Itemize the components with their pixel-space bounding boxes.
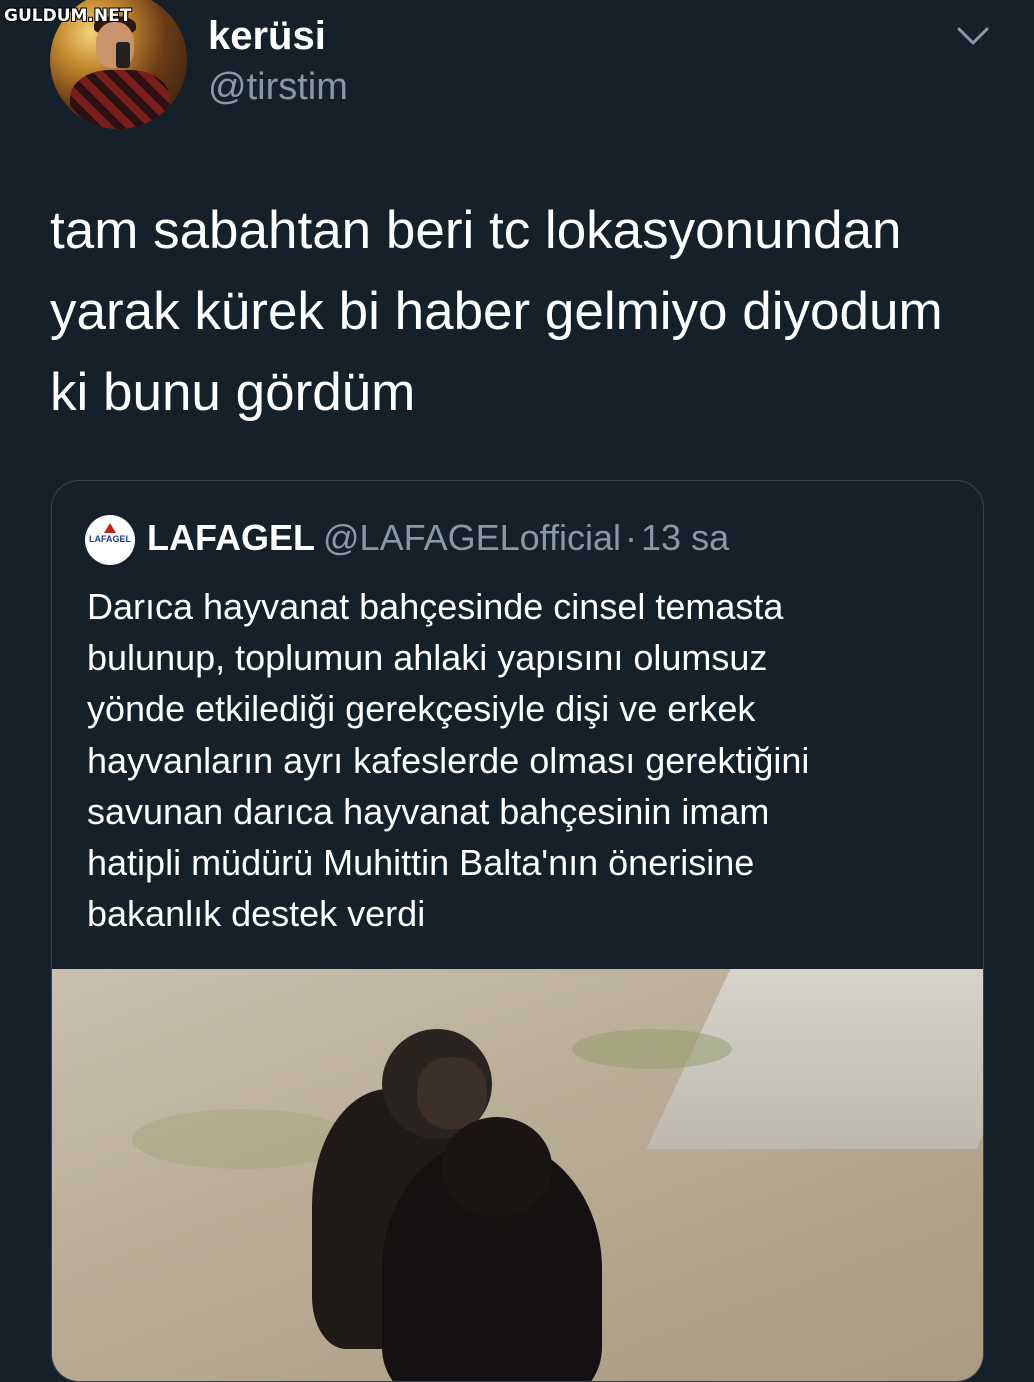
quoted-avatar[interactable]: LAFAGEL <box>85 515 135 565</box>
quoted-tweet[interactable]: LAFAGEL LAFAGEL @LAFAGELofficial · 13 sa Da… <box>51 480 984 1382</box>
quoted-media-image[interactable] <box>52 969 983 1381</box>
watermark: GULDUM.NET <box>4 6 132 26</box>
user-handle[interactable]: @tirstim <box>208 66 348 109</box>
logo-text: LAFAGEL <box>89 534 131 544</box>
quoted-separator: · <box>625 517 638 558</box>
avatar-body <box>70 70 170 129</box>
quoted-header: LAFAGEL @LAFAGELofficial · 13 sa <box>147 517 729 559</box>
tweet-text: tam sabahtan beri tc lokasyonundan yarak… <box>50 201 943 422</box>
quoted-display-name[interactable]: LAFAGEL <box>147 517 315 558</box>
bonobo-right-head <box>442 1117 552 1217</box>
quoted-handle[interactable]: @LAFAGELofficial <box>323 517 621 558</box>
avatar-phone <box>116 42 130 68</box>
bonobo-left-face <box>417 1057 487 1129</box>
media-grass <box>572 1029 732 1069</box>
chevron-down-icon[interactable] <box>956 24 990 48</box>
display-name[interactable]: kerüsi <box>208 14 326 59</box>
logo-icon <box>104 523 116 533</box>
quoted-text: Darıca hayvanat bahçesinde cinsel temast… <box>87 586 810 935</box>
quoted-timestamp[interactable]: 13 sa <box>641 517 729 558</box>
